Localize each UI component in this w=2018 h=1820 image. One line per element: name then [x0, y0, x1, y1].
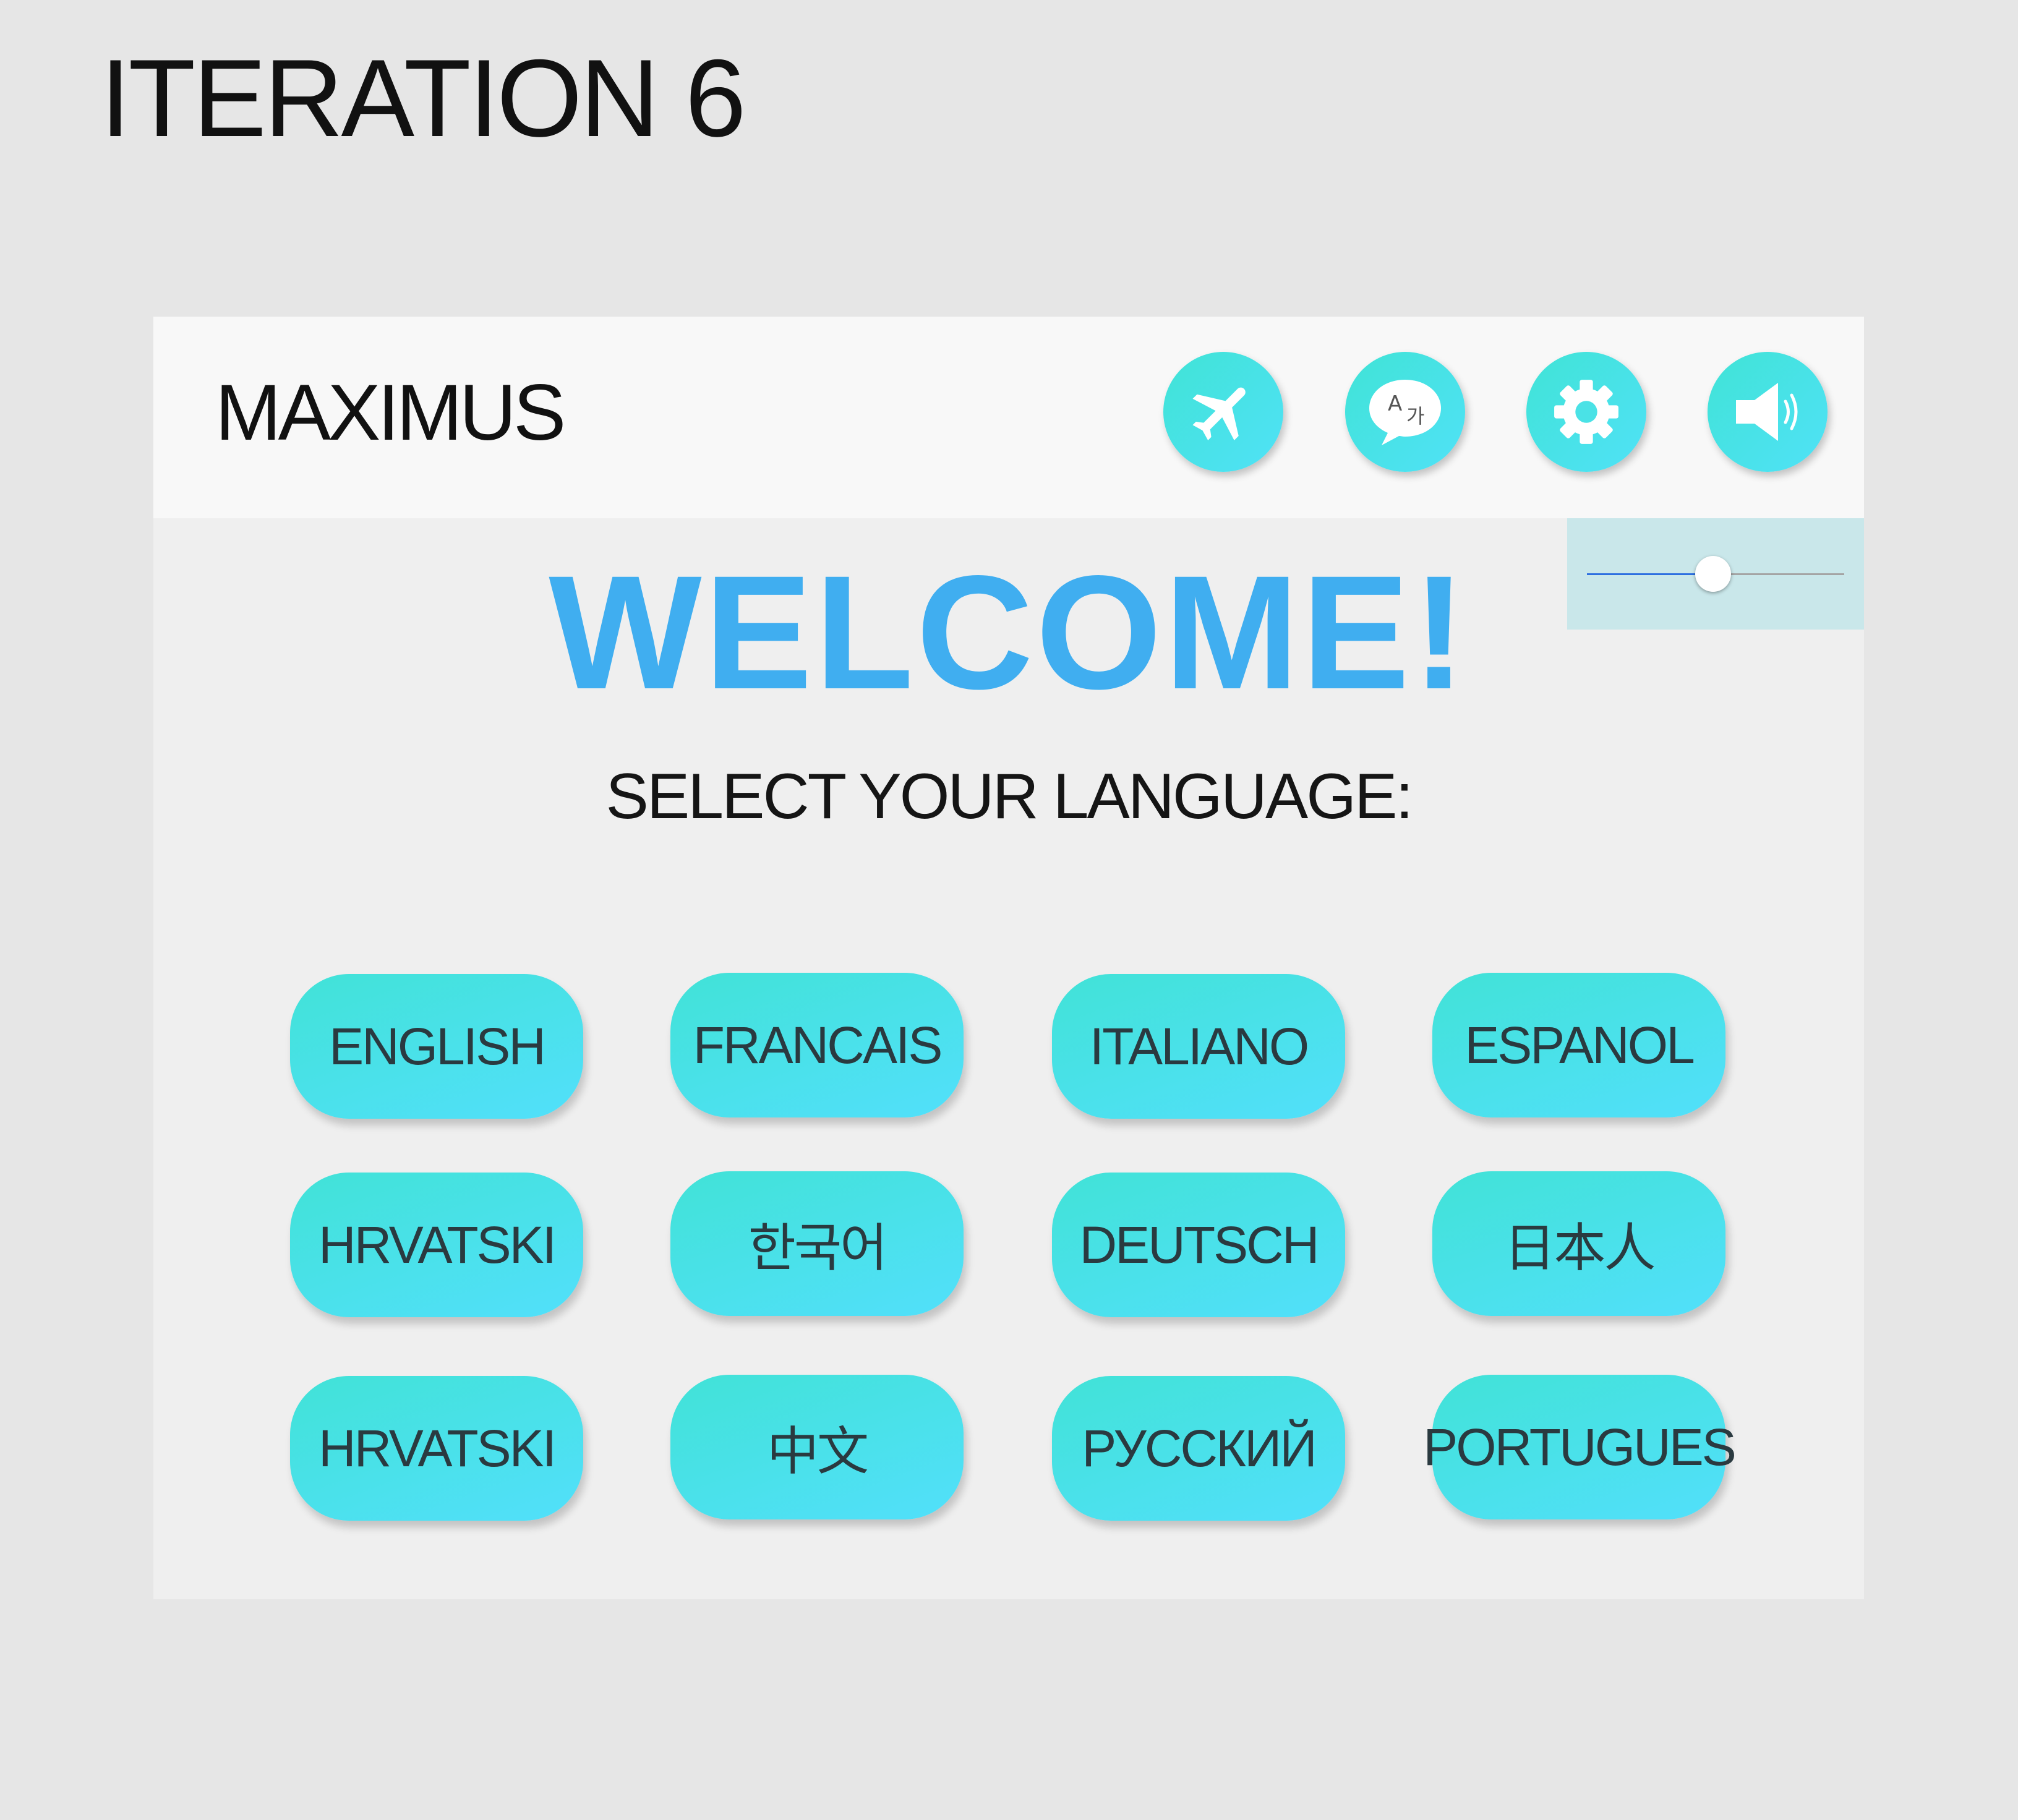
language-button-espanol[interactable]: ESPANOL: [1432, 973, 1725, 1117]
app-header: MAXIMUS A 가: [153, 317, 1864, 518]
gear-icon: [1554, 380, 1618, 444]
settings-button[interactable]: [1526, 352, 1646, 472]
language-button-hrvatski-2[interactable]: HRVATSKI: [290, 1376, 583, 1521]
iteration-title: ITERATION 6: [100, 36, 746, 160]
language-button-francais[interactable]: FRANCAIS: [670, 973, 964, 1117]
language-button-portugues[interactable]: PORTUGUES: [1423, 1375, 1737, 1519]
language-button-english[interactable]: ENGLISH: [290, 974, 583, 1119]
volume-button[interactable]: [1708, 352, 1828, 472]
language-button-deutsch[interactable]: DEUTSCH: [1052, 1173, 1345, 1317]
translate-button[interactable]: A 가: [1345, 352, 1465, 472]
airplane-icon: [1192, 387, 1246, 440]
brand-name: MAXIMUS: [215, 369, 566, 457]
select-language-label: SELECT YOUR LANGUAGE:: [605, 761, 1414, 832]
translate-icon: A 가: [1369, 380, 1441, 445]
svg-text:A: A: [1388, 391, 1402, 416]
language-button-korean[interactable]: 한국어: [670, 1171, 964, 1316]
language-button-russian[interactable]: РУССКИЙ: [1052, 1376, 1345, 1521]
language-button-italiano[interactable]: ITALIANO: [1052, 974, 1345, 1119]
language-button-japanese[interactable]: 日本人: [1432, 1171, 1725, 1316]
language-button-chinese[interactable]: 中文: [670, 1375, 964, 1519]
app-window: MAXIMUS A 가 WELCOME! SELECT YOUR LANGUAG…: [153, 317, 1864, 1599]
flight-button[interactable]: [1163, 352, 1283, 472]
svg-text:가: 가: [1406, 404, 1424, 428]
speaker-icon: [1736, 383, 1798, 441]
language-button-hrvatski[interactable]: HRVATSKI: [290, 1173, 583, 1317]
welcome-heading: WELCOME!: [549, 542, 1469, 723]
